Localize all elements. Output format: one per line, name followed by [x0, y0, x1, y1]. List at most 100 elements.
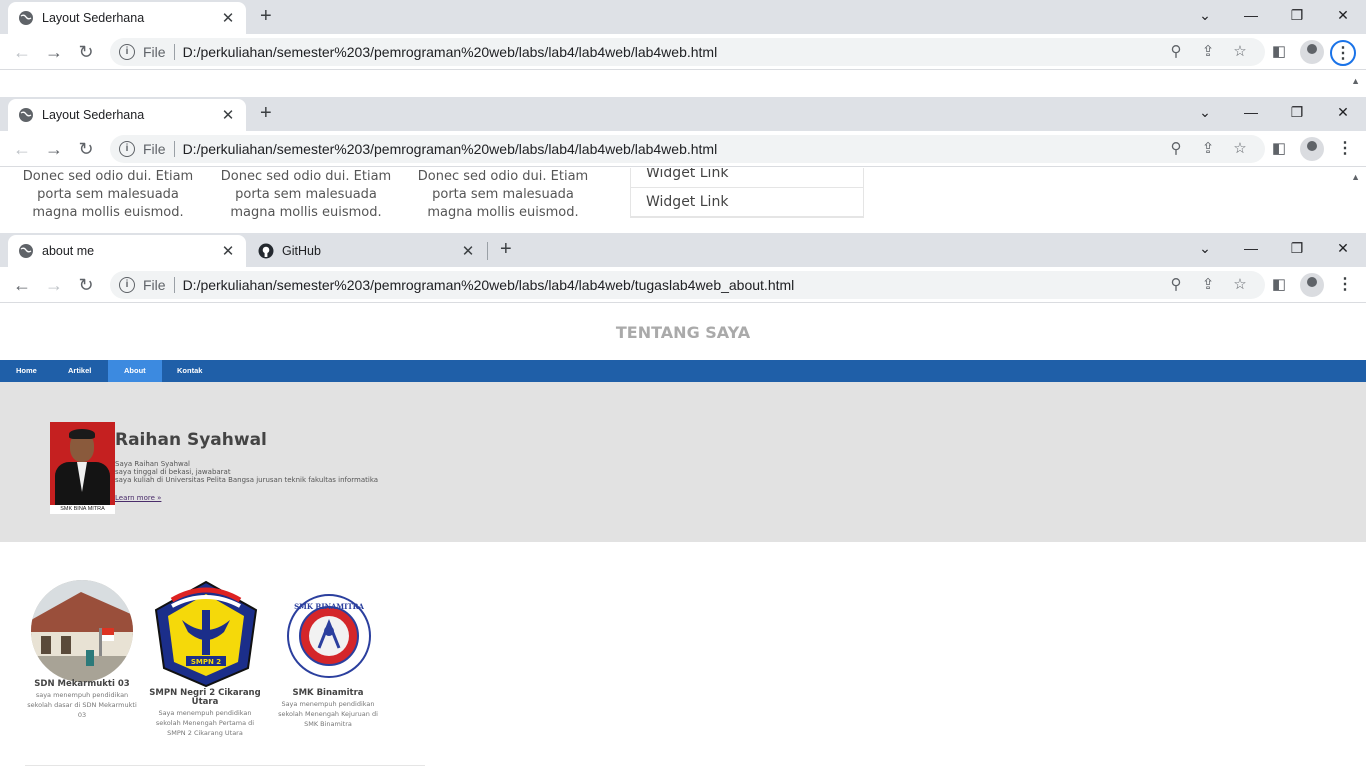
bookmark-star-icon[interactable]: ☆: [1231, 276, 1249, 294]
school-name: SMK Binamitra: [292, 688, 364, 698]
profile-line: saya kuliah di Universitas Pelita Bangsa…: [115, 476, 379, 484]
photo-caption: SMK BINA MITRA: [50, 505, 115, 514]
tab-search-icon[interactable]: ⌄: [1182, 233, 1228, 263]
address-bar[interactable]: i File D:/perkuliahan/semester%203/pemro…: [110, 271, 1265, 299]
github-icon: [258, 243, 274, 259]
toolbar-window-3: ← → ↻ i File D:/perkuliahan/semester%203…: [0, 267, 1366, 303]
tab-strip-window-2: Layout Sederhana ✕ + ⌄ — ❐ ✕: [0, 97, 1366, 131]
restore-button[interactable]: ❐: [1274, 233, 1320, 263]
info-icon[interactable]: i: [119, 277, 135, 293]
smpn-logo-text: SMPN 2: [191, 658, 221, 666]
address-bar[interactable]: i File D:/perkuliahan/semester%203/pemro…: [110, 135, 1265, 163]
tab-title: GitHub: [282, 244, 321, 258]
back-button[interactable]: ←: [12, 42, 32, 62]
restore-button[interactable]: ❐: [1274, 97, 1320, 127]
learn-more-link[interactable]: Learn more »: [115, 494, 161, 502]
scroll-up-arrow-icon[interactable]: ▲: [1351, 172, 1360, 182]
tab-title: Layout Sederhana: [42, 108, 145, 122]
column-text: Donec sed odio dui. Etiam porta sem male…: [220, 169, 392, 220]
back-button[interactable]: ←: [12, 275, 32, 295]
close-tab-icon[interactable]: ✕: [220, 242, 236, 260]
school-text: Saya menempuh pendidikan sekolah Menenga…: [278, 700, 378, 728]
tab-layout-sederhana-2[interactable]: Layout Sederhana ✕: [8, 99, 246, 131]
new-tab-button[interactable]: +: [260, 102, 272, 125]
reload-button[interactable]: ↻: [76, 139, 96, 159]
share-icon[interactable]: ⇪: [1199, 140, 1217, 158]
nav-home[interactable]: Home: [0, 360, 53, 382]
bookmark-star-icon[interactable]: ☆: [1231, 140, 1249, 158]
new-tab-button[interactable]: +: [260, 5, 272, 28]
side-panel-icon[interactable]: ◧: [1270, 276, 1288, 294]
side-panel-icon[interactable]: ◧: [1270, 43, 1288, 61]
close-window-button[interactable]: ✕: [1320, 0, 1366, 30]
page-area-window-1: ▲: [0, 70, 1366, 98]
share-icon[interactable]: ⇪: [1199, 43, 1217, 61]
smk-logo-text: SMK BINAMITRA: [294, 602, 364, 611]
main-nav: Home Artikel About Kontak: [0, 360, 1366, 382]
tab-github[interactable]: GitHub ✕: [248, 235, 486, 267]
share-icon[interactable]: ⇪: [1199, 276, 1217, 294]
url-text[interactable]: D:/perkuliahan/semester%203/pemrograman%…: [183, 141, 718, 157]
new-tab-button[interactable]: +: [500, 238, 512, 261]
school-photo-sdn: [31, 580, 133, 682]
tab-layout-sederhana[interactable]: Layout Sederhana ✕: [8, 2, 246, 34]
side-panel-icon[interactable]: ◧: [1270, 140, 1288, 158]
zoom-icon[interactable]: ⚲: [1167, 43, 1185, 61]
bookmark-star-icon[interactable]: ☆: [1231, 43, 1249, 61]
minimize-button[interactable]: —: [1228, 0, 1274, 30]
file-label: File: [143, 44, 175, 60]
profile-avatar[interactable]: [1300, 273, 1324, 297]
minimize-button[interactable]: —: [1228, 233, 1274, 263]
tab-about-me[interactable]: about me ✕: [8, 235, 246, 267]
profile-avatar[interactable]: [1300, 40, 1324, 64]
tab-search-icon[interactable]: ⌄: [1182, 97, 1228, 127]
widget-link[interactable]: Widget Link: [631, 188, 863, 217]
restore-button[interactable]: ❐: [1274, 0, 1320, 30]
school-name: SMPN Negri 2 Cikarang Utara: [149, 688, 261, 707]
nav-artikel[interactable]: Artikel: [52, 360, 107, 382]
zoom-icon[interactable]: ⚲: [1167, 140, 1185, 158]
page-title: TENTANG SAYA: [615, 323, 751, 342]
scroll-up-arrow-icon[interactable]: ▲: [1351, 76, 1360, 86]
toolbar-window-2: ← → ↻ i File D:/perkuliahan/semester%203…: [0, 131, 1366, 167]
reload-button[interactable]: ↻: [76, 42, 96, 62]
url-text[interactable]: D:/perkuliahan/semester%203/pemrograman%…: [183, 277, 795, 293]
globe-icon: [19, 11, 33, 25]
nav-kontak[interactable]: Kontak: [161, 360, 218, 382]
widget-link[interactable]: Widget Link: [631, 168, 863, 188]
profile-line: Saya Raihan Syahwal: [115, 460, 190, 468]
menu-dots-icon[interactable]: ⋮: [1330, 40, 1356, 66]
close-window-button[interactable]: ✕: [1320, 233, 1366, 263]
back-button[interactable]: ←: [12, 139, 32, 159]
zoom-icon[interactable]: ⚲: [1167, 276, 1185, 294]
school-text: Saya menempuh pendidikan sekolah Menenga…: [155, 709, 255, 737]
menu-dots-icon[interactable]: ⋮: [1332, 137, 1358, 163]
smk-logo-icon: SMK BINAMITRA: [287, 594, 371, 678]
forward-button[interactable]: →: [44, 42, 64, 62]
file-label: File: [143, 141, 175, 157]
forward-button[interactable]: →: [44, 139, 64, 159]
address-bar[interactable]: i File D:/perkuliahan/semester%203/pemro…: [110, 38, 1265, 66]
globe-icon: [19, 108, 33, 122]
close-tab-icon[interactable]: ✕: [220, 9, 236, 27]
column-text: Donec sed odio dui. Etiam porta sem male…: [417, 169, 589, 220]
close-tab-icon[interactable]: ✕: [220, 106, 236, 124]
url-text[interactable]: D:/perkuliahan/semester%203/pemrograman%…: [183, 44, 718, 60]
profile-hero: SMK BINA MITRA Raihan Syahwal Saya Raiha…: [0, 382, 1366, 542]
tab-strip-window-3: about me ✕ GitHub ✕ + ⌄ — ❐ ✕: [0, 233, 1366, 267]
tab-search-icon[interactable]: ⌄: [1182, 0, 1228, 30]
menu-dots-icon[interactable]: ⋮: [1332, 273, 1358, 299]
tab-separator: [487, 242, 488, 260]
forward-button[interactable]: →: [44, 275, 64, 295]
smpn-logo-icon: SMPN 2: [154, 580, 258, 688]
nav-about[interactable]: About: [108, 360, 162, 382]
close-tab-icon[interactable]: ✕: [460, 242, 476, 260]
close-window-button[interactable]: ✕: [1320, 97, 1366, 127]
profile-avatar[interactable]: [1300, 137, 1324, 161]
toolbar-window-1: ← → ↻ i File D:/perkuliahan/semester%203…: [0, 34, 1366, 70]
minimize-button[interactable]: —: [1228, 97, 1274, 127]
reload-button[interactable]: ↻: [76, 275, 96, 295]
window-controls: ⌄ — ❐ ✕: [1182, 0, 1366, 30]
info-icon[interactable]: i: [119, 141, 135, 157]
info-icon[interactable]: i: [119, 44, 135, 60]
